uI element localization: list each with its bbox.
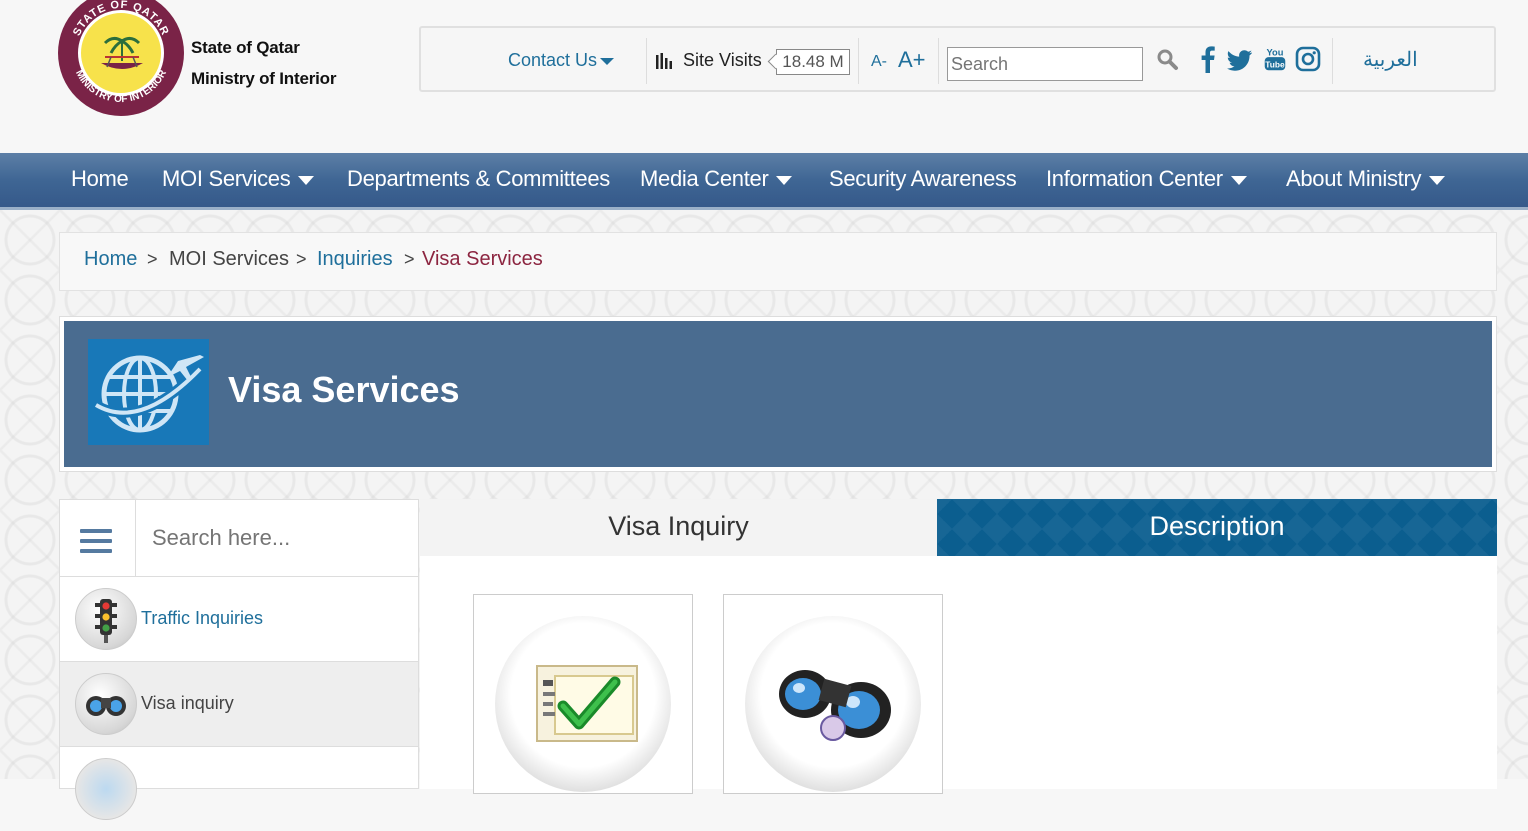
nav-label: Media Center (640, 166, 769, 191)
hamburger-icon (80, 539, 112, 543)
logo-emblem (78, 10, 164, 96)
globe-plane-icon (88, 339, 209, 445)
search-icon[interactable] (1157, 49, 1179, 71)
sidebar-item-label: Traffic Inquiries (141, 608, 264, 628)
globe-icon (75, 758, 137, 820)
approved-document-icon (495, 616, 671, 792)
content-area: Visa Inquiry Description (420, 499, 1497, 794)
breadcrumb-home[interactable]: Home (84, 248, 137, 271)
chevron-down-icon (1429, 175, 1446, 185)
breadcrumb: Home > MOI Services > Inquiries > Visa S… (59, 232, 1497, 291)
site-visits-count: 18.48 M (776, 49, 850, 75)
service-card-visa-approval[interactable] (473, 594, 693, 794)
top-utility-bar: Contact Us Site Visits 18.48 M A- A+ You… (419, 26, 1496, 92)
chevron-down-icon (600, 57, 615, 65)
breadcrumb-moi-services: MOI Services (169, 248, 290, 270)
font-decrease-button[interactable]: A- (871, 53, 887, 71)
brand-line-2: Ministry of Interior (191, 69, 337, 88)
traffic-light-icon (75, 588, 137, 650)
tab-description[interactable]: Description (937, 499, 1497, 556)
chevron-down-icon (298, 175, 315, 185)
twitter-icon[interactable] (1226, 45, 1254, 73)
nav-departments-committees[interactable]: Departments & Committees (347, 166, 610, 192)
brand-title: State of Qatar Ministry of Interior (191, 32, 336, 94)
search-input[interactable] (947, 47, 1143, 81)
binoculars-icon (75, 673, 137, 735)
facebook-icon[interactable] (1195, 45, 1221, 73)
nav-label: Information Center (1046, 166, 1223, 191)
sidebar-item[interactable] (60, 746, 418, 831)
sidebar-search-input[interactable] (136, 500, 418, 576)
divider (1332, 38, 1333, 84)
sidebar-item-label: Visa inquiry (141, 693, 234, 713)
sidebar: Traffic Inquiries Visa inquiry (59, 499, 419, 820)
brand-line-1: State of Qatar (191, 38, 300, 57)
nav-security-awareness[interactable]: Security Awareness (829, 166, 1017, 192)
contact-us-label: Contact Us (508, 50, 598, 70)
nav-label: Departments & Committees (347, 166, 610, 191)
font-increase-button[interactable]: A+ (898, 47, 926, 73)
tab-visa-inquiry[interactable]: Visa Inquiry (420, 499, 937, 556)
divider (938, 38, 939, 84)
nav-about-ministry[interactable]: About Ministry (1286, 166, 1446, 192)
page-title-banner: Visa Services (64, 321, 1492, 467)
svg-text:Tube: Tube (1265, 59, 1285, 69)
chevron-down-icon (1230, 175, 1247, 185)
sidebar-item-traffic-inquiries[interactable]: Traffic Inquiries (60, 576, 418, 661)
breadcrumb-inquiries[interactable]: Inquiries (317, 248, 393, 271)
site-visits-label: Site Visits (683, 50, 762, 70)
service-card-visa-inquiry[interactable] (723, 594, 943, 794)
dhow-palm-icon (101, 36, 143, 69)
nav-label: Home (71, 166, 129, 191)
main-navigation: Home MOI Services Departments & Committe… (0, 153, 1528, 210)
hamburger-icon (80, 529, 112, 533)
hamburger-icon (80, 549, 112, 553)
language-switch-link[interactable]: العربية (1363, 47, 1418, 72)
nav-label: Security Awareness (829, 166, 1017, 191)
breadcrumb-separator: > (147, 249, 158, 269)
nav-home[interactable]: Home (71, 166, 129, 192)
chevron-down-icon (776, 175, 793, 185)
page-title-panel: Visa Services (59, 316, 1497, 472)
nav-media-center[interactable]: Media Center (640, 166, 793, 192)
youtube-icon[interactable]: You Tube (1262, 45, 1288, 73)
menu-toggle-button[interactable] (60, 500, 136, 576)
breadcrumb-separator: > (296, 249, 307, 269)
bar-chart-icon (656, 53, 672, 69)
moi-logo[interactable]: STATE OF QATAR MINISTRY OF INTERIOR (58, 0, 184, 116)
contact-us-dropdown[interactable]: Contact Us (508, 50, 615, 71)
divider (646, 38, 647, 84)
nav-label: MOI Services (162, 166, 291, 191)
page-title: Visa Services (228, 369, 460, 410)
nav-label: About Ministry (1286, 166, 1422, 191)
binoculars-icon (745, 616, 921, 792)
nav-moi-services[interactable]: MOI Services (162, 166, 315, 192)
breadcrumb-separator: > (404, 249, 415, 269)
svg-text:You: You (1267, 47, 1284, 57)
breadcrumb-current: Visa Services (422, 248, 543, 270)
nav-information-center[interactable]: Information Center (1046, 166, 1247, 192)
sidebar-item-visa-inquiry[interactable]: Visa inquiry (60, 661, 418, 746)
instagram-icon[interactable] (1295, 45, 1321, 73)
divider (858, 38, 859, 84)
